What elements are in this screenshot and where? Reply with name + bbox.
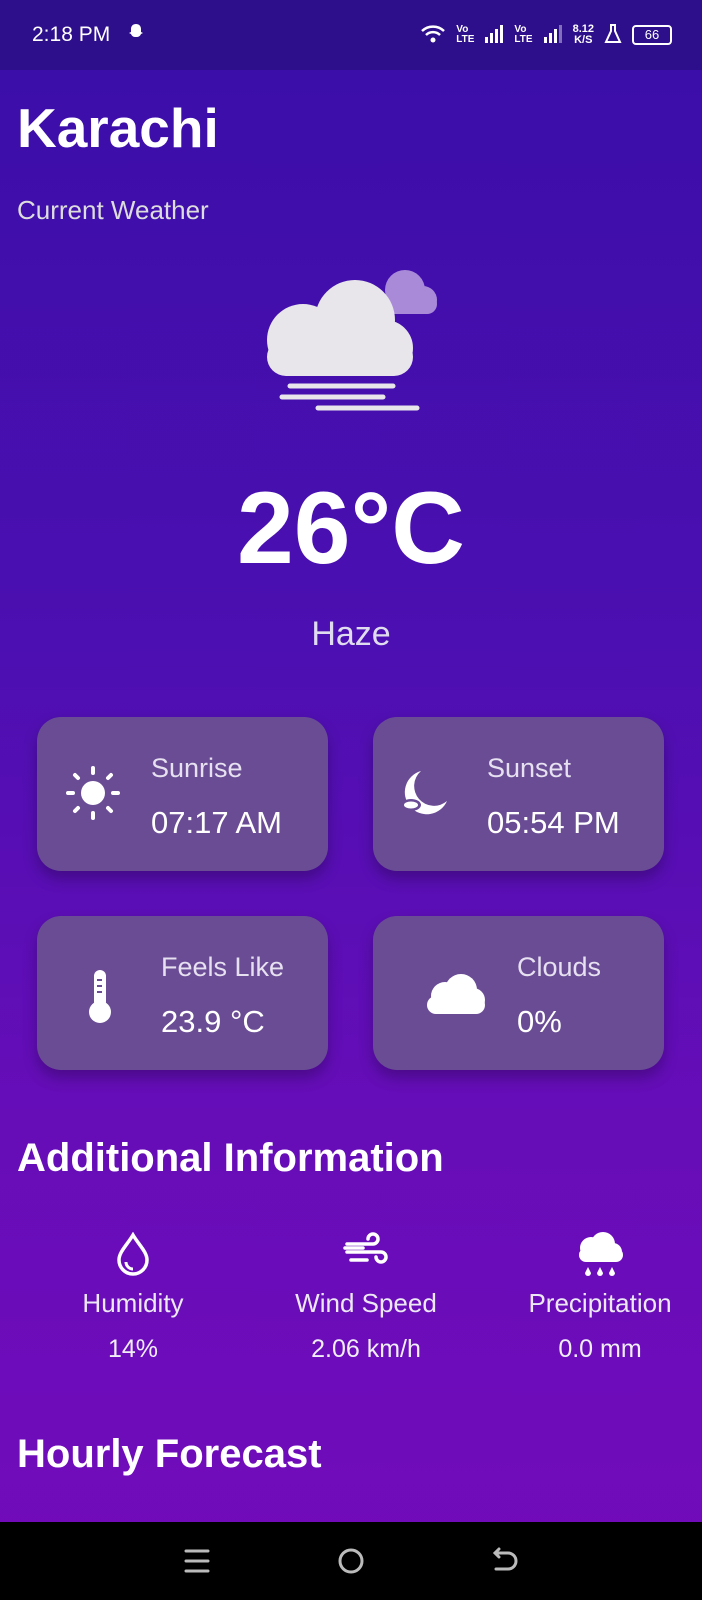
precipitation-info: Precipitation 0.0 mm — [500, 1232, 700, 1364]
navigation-bar — [0, 1522, 702, 1600]
snapchat-icon — [126, 22, 146, 48]
current-temperature: 26°C — [237, 471, 465, 585]
card-value: 07:17 AM — [151, 805, 282, 840]
wifi-icon — [420, 24, 446, 47]
lte-2-bottom: LTE — [514, 34, 533, 45]
lte-indicator-1: Vo LTE — [456, 25, 474, 45]
info-label: Humidity — [82, 1288, 184, 1318]
wind-icon — [266, 1232, 466, 1276]
thermometer-icon — [85, 968, 115, 1029]
sunset-card: Sunset 05:54 PM — [373, 717, 664, 871]
weather-condition: Haze — [311, 615, 391, 653]
status-time: 2:18 PM — [32, 23, 111, 46]
flask-icon — [604, 23, 622, 47]
net-speed-unit: K/S — [574, 34, 593, 46]
cloud-icon — [425, 972, 487, 1021]
haze-cloud-icon — [255, 268, 445, 433]
additional-info-title: Additional Information — [17, 1136, 444, 1180]
feels-like-card: Feels Like 23.9 °C — [37, 916, 328, 1070]
home-icon[interactable] — [321, 1541, 381, 1581]
wind-speed-info: Wind Speed 2.06 km/h — [266, 1232, 466, 1364]
card-label: Sunset — [487, 753, 572, 783]
card-value: 23.9 °C — [161, 1004, 265, 1039]
back-icon[interactable] — [475, 1541, 535, 1581]
rain-cloud-icon — [500, 1232, 700, 1276]
info-label: Wind Speed — [295, 1288, 437, 1318]
status-bar: 2:18 PM Vo LTE Vo LTE 8.12 K/S 66 — [0, 0, 702, 70]
network-speed: 8.12 K/S — [573, 24, 594, 46]
city-name: Karachi — [17, 97, 219, 159]
status-left: 2:18 PM — [32, 22, 146, 48]
lte-indicator-2: Vo LTE — [514, 25, 532, 45]
info-value: 0.0 mm — [558, 1335, 642, 1363]
sun-icon — [65, 765, 121, 826]
battery-indicator: 66 — [632, 25, 672, 45]
card-value: 05:54 PM — [487, 805, 620, 840]
menu-icon[interactable] — [167, 1541, 227, 1581]
page-subtitle: Current Weather — [17, 195, 209, 225]
hourly-forecast-title: Hourly Forecast — [17, 1432, 322, 1476]
clouds-card: Clouds 0% — [373, 916, 664, 1070]
moon-icon — [397, 765, 453, 826]
card-value: 0% — [517, 1004, 562, 1039]
water-drop-icon — [33, 1232, 233, 1276]
status-right: Vo LTE Vo LTE 8.12 K/S 66 — [420, 23, 672, 47]
info-value: 2.06 km/h — [311, 1335, 421, 1363]
signal-icon-1 — [484, 24, 504, 46]
signal-icon-2 — [543, 24, 563, 46]
sunrise-card: Sunrise 07:17 AM — [37, 717, 328, 871]
card-label: Sunrise — [151, 753, 243, 783]
lte-1-bottom: LTE — [456, 34, 475, 45]
info-value: 14% — [107, 1335, 159, 1363]
card-label: Feels Like — [161, 952, 285, 982]
info-label: Precipitation — [528, 1288, 672, 1318]
humidity-info: Humidity 14% — [33, 1232, 233, 1364]
card-label: Clouds — [517, 952, 602, 982]
